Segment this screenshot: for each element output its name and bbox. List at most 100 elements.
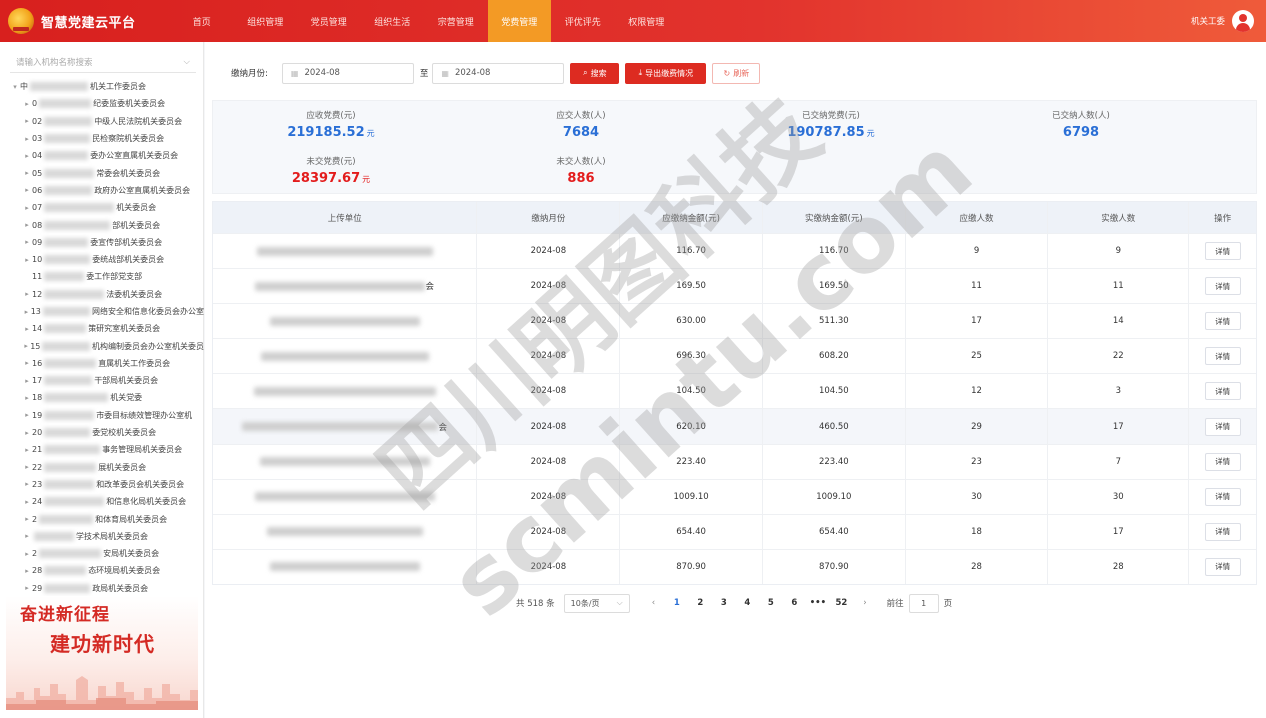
caret-right-icon[interactable]: ▸ xyxy=(22,152,32,160)
prev-page-icon[interactable]: ‹ xyxy=(642,598,666,608)
caret-right-icon[interactable]: ▸ xyxy=(22,186,32,194)
chevron-down-icon[interactable]: ⌵ xyxy=(184,57,190,67)
nav-item[interactable]: 组织管理 xyxy=(234,0,298,42)
detail-button[interactable]: 详情 xyxy=(1204,557,1241,576)
page-number[interactable]: 5 xyxy=(759,598,783,608)
caret-right-icon[interactable]: ▸ xyxy=(22,498,32,506)
tree-node[interactable]: ▸ 19 市委目标绩效管理办公室机 xyxy=(0,407,204,424)
tree-node[interactable]: ▸ 18 机关党委 xyxy=(0,389,204,406)
tree-node[interactable]: ▸ 24 和信息化局机关委员会 xyxy=(0,493,204,510)
detail-button[interactable]: 详情 xyxy=(1204,347,1241,366)
page-number[interactable]: 2 xyxy=(689,598,713,608)
tree-node[interactable]: ▸ 12 法委机关委员会 xyxy=(0,286,204,303)
tree-node[interactable]: ▸ 17 干部局机关委员会 xyxy=(0,372,204,389)
tree-node[interactable]: ▸ 13 网络安全和信息化委员会办公室 xyxy=(0,303,204,320)
caret-right-icon[interactable]: ▸ xyxy=(22,135,32,143)
refresh-button[interactable]: ↻ 刷新 xyxy=(712,62,761,84)
upload-org-cell xyxy=(213,514,478,549)
nav-item[interactable]: 宗营管理 xyxy=(424,0,488,42)
tree-node[interactable]: ▸ 09 委宣传部机关委员会 xyxy=(0,234,204,251)
caret-right-icon[interactable]: ▸ xyxy=(22,290,32,298)
tree-node[interactable]: ▸ 0 纪委监委机关委员会 xyxy=(0,95,204,112)
caret-right-icon[interactable]: ▸ xyxy=(22,567,32,575)
org-search-input[interactable]: 请输入机构名称搜索 ⌵ xyxy=(10,51,196,73)
detail-button[interactable]: 详情 xyxy=(1204,522,1241,541)
tree-node[interactable]: ▾ 中 机关工作委员会 xyxy=(0,78,204,95)
page-number[interactable]: 6 xyxy=(783,598,807,608)
caret-right-icon[interactable]: ▸ xyxy=(22,256,32,264)
tree-node[interactable]: ▸ 10 委统战部机关委员会 xyxy=(0,251,204,268)
tree-node[interactable]: ▸ 14 策研究室机关委员会 xyxy=(0,320,204,337)
caret-right-icon[interactable]: ▸ xyxy=(22,429,32,437)
nav-item[interactable]: 首页 xyxy=(170,0,234,42)
detail-button[interactable]: 详情 xyxy=(1204,452,1241,471)
caret-right-icon[interactable]: ▸ xyxy=(22,550,32,558)
nav-item[interactable]: 党费管理 xyxy=(487,0,551,42)
app-logo[interactable]: 智慧党建云平台 xyxy=(8,8,168,34)
tree-node[interactable]: 11 委工作部党支部 xyxy=(0,268,204,285)
detail-button[interactable]: 详情 xyxy=(1204,417,1241,436)
caret-right-icon[interactable]: ▸ xyxy=(22,169,32,177)
caret-right-icon[interactable]: ▸ xyxy=(22,411,32,419)
caret-right-icon[interactable]: ▸ xyxy=(22,515,32,523)
caret-right-icon[interactable]: ▸ xyxy=(22,480,32,488)
tree-node[interactable]: ▸ 08 部机关委员会 xyxy=(0,216,204,233)
caret-right-icon[interactable]: ▸ xyxy=(22,394,32,402)
tree-node[interactable]: ▸ 28 态环境局机关委员会 xyxy=(0,562,204,579)
start-month-picker[interactable]: ▦ 2024-08 xyxy=(281,62,414,84)
detail-button[interactable]: 详情 xyxy=(1204,277,1241,296)
page-number[interactable]: 3 xyxy=(712,598,736,608)
page-number[interactable]: ••• xyxy=(806,598,830,608)
tree-node[interactable]: ▸ 16 直属机关工作委员会 xyxy=(0,355,204,372)
tree-node[interactable]: ▸ 学技术局机关委员会 xyxy=(0,528,204,545)
user-menu[interactable]: 机关工委 xyxy=(1191,0,1254,42)
next-page-icon[interactable]: › xyxy=(853,598,877,608)
page-number[interactable]: 52 xyxy=(830,598,854,608)
tree-node[interactable]: ▸ 29 政局机关委员会 xyxy=(0,580,204,597)
search-button[interactable]: ⌕ 搜索 xyxy=(570,62,620,84)
caret-right-icon[interactable]: ▸ xyxy=(22,117,32,125)
tree-node[interactable]: ▸ 2 安局机关委员会 xyxy=(0,545,204,562)
detail-button[interactable]: 详情 xyxy=(1204,312,1241,331)
nav-item[interactable]: 权限管理 xyxy=(615,0,679,42)
detail-button[interactable]: 详情 xyxy=(1204,382,1241,401)
detail-button[interactable]: 详情 xyxy=(1204,487,1241,506)
caret-right-icon[interactable]: ▸ xyxy=(22,446,32,454)
caret-right-icon[interactable]: ▸ xyxy=(22,204,32,212)
nav-item[interactable]: 评优评先 xyxy=(551,0,615,42)
caret-right-icon[interactable]: ▸ xyxy=(22,532,32,540)
tree-node[interactable]: ▸ 15 机构编制委员会办公室机关委员 xyxy=(0,337,204,354)
nav-item[interactable]: 党员管理 xyxy=(297,0,361,42)
end-month-picker[interactable]: ▦ 2024-08 xyxy=(432,62,565,84)
export-button[interactable]: ⤓ 导出缴费情况 xyxy=(625,62,707,84)
goto-page-input[interactable]: 1 xyxy=(908,593,939,613)
caret-right-icon[interactable]: ▸ xyxy=(22,221,32,229)
tree-node[interactable]: ▸ 03 民检察院机关委员会 xyxy=(0,130,204,147)
tree-node[interactable]: ▸ 07 机关委员会 xyxy=(0,199,204,216)
tree-node[interactable]: ▸ 23 和改革委员会机关委员会 xyxy=(0,476,204,493)
avatar-icon[interactable] xyxy=(1232,10,1254,32)
caret-right-icon[interactable]: ▸ xyxy=(22,100,32,108)
detail-button[interactable]: 详情 xyxy=(1204,242,1241,261)
tree-node[interactable]: ▸ 06 政府办公室直属机关委员会 xyxy=(0,182,204,199)
tree-node[interactable]: ▸ 20 委党校机关委员会 xyxy=(0,424,204,441)
caret-right-icon[interactable]: ▸ xyxy=(22,584,32,592)
caret-right-icon[interactable]: ▸ xyxy=(22,238,32,246)
caret-right-icon[interactable]: ▸ xyxy=(22,342,30,350)
caret-right-icon[interactable]: ▸ xyxy=(22,463,32,471)
tree-node[interactable]: ▸ 21 事务管理局机关委员会 xyxy=(0,441,204,458)
caret-right-icon[interactable]: ▸ xyxy=(22,377,32,385)
caret-down-icon[interactable]: ▾ xyxy=(10,83,20,91)
tree-node[interactable]: ▸ 02 中级人民法院机关委员会 xyxy=(0,113,204,130)
page-size-select[interactable]: 10条/页 ⌵ xyxy=(563,593,630,613)
nav-item[interactable]: 组织生活 xyxy=(361,0,425,42)
caret-right-icon[interactable]: ▸ xyxy=(22,308,31,316)
page-number[interactable]: 4 xyxy=(736,598,760,608)
tree-node[interactable]: ▸ 04 委办公室直属机关委员会 xyxy=(0,147,204,164)
caret-right-icon[interactable]: ▸ xyxy=(22,325,32,333)
caret-right-icon[interactable]: ▸ xyxy=(22,359,32,367)
page-number[interactable]: 1 xyxy=(665,598,689,608)
tree-node[interactable]: ▸ 05 常委会机关委员会 xyxy=(0,164,204,181)
tree-node[interactable]: ▸ 2 和体育局机关委员会 xyxy=(0,510,204,527)
tree-node[interactable]: ▸ 22 展机关委员会 xyxy=(0,459,204,476)
